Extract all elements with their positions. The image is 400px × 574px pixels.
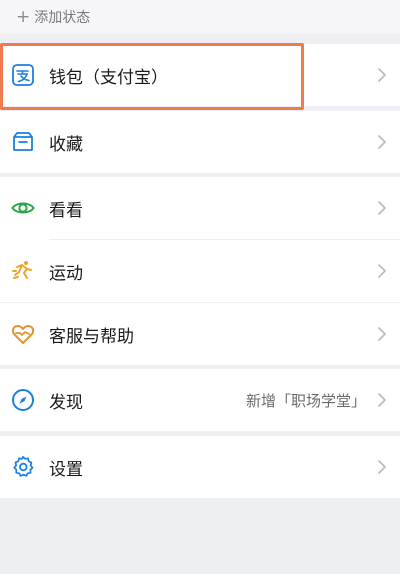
add-status-label: 添加状态 (34, 10, 91, 26)
chevron-right-icon (378, 460, 386, 474)
group-look-sports: 看看 运动 (0, 177, 400, 302)
support-heart-icon (11, 325, 35, 344)
wallet-label: 钱包（支付宝） (49, 67, 168, 88)
chevron-right-icon (378, 68, 386, 82)
look-label: 看看 (49, 200, 83, 221)
settings-label: 设置 (49, 459, 83, 480)
favorites-box-icon (13, 132, 33, 151)
menu-item-support[interactable]: 客服与帮助 (0, 303, 400, 365)
chevron-right-icon (378, 135, 386, 149)
add-status-row[interactable]: + 添加状态 (0, 0, 400, 34)
group-support: 客服与帮助 (0, 303, 400, 365)
discover-label: 发现 (49, 392, 83, 413)
favorites-label: 收藏 (49, 134, 83, 155)
menu-item-sports[interactable]: 运动 (0, 240, 400, 302)
chevron-right-icon (378, 393, 386, 407)
group-discover: 发现 新增「职场学堂」 (0, 369, 400, 431)
menu-item-look[interactable]: 看看 (0, 177, 400, 239)
chevron-right-icon (378, 327, 386, 341)
sports-runner-icon (12, 261, 32, 279)
look-eye-icon (11, 202, 35, 214)
group-favorites: 收藏 (0, 111, 400, 173)
menu-item-discover[interactable]: 发现 新增「职场学堂」 (0, 369, 400, 431)
support-label: 客服与帮助 (49, 326, 134, 347)
menu-item-wallet[interactable]: 钱包（支付宝） (0, 44, 400, 106)
group-settings: 设置 (0, 436, 400, 498)
chevron-right-icon (378, 264, 386, 278)
alipay-wallet-icon (12, 64, 34, 86)
chevron-right-icon (378, 201, 386, 215)
group-wallet: 钱包（支付宝） (0, 44, 400, 106)
sports-label: 运动 (49, 263, 83, 284)
settings-gear-icon (13, 455, 34, 477)
discover-subtitle: 新增「职场学堂」 (245, 391, 366, 410)
menu-item-favorites[interactable]: 收藏 (0, 111, 400, 173)
plus-icon: + (16, 6, 31, 27)
compass-icon (12, 389, 34, 411)
menu-item-settings[interactable]: 设置 (0, 436, 400, 498)
